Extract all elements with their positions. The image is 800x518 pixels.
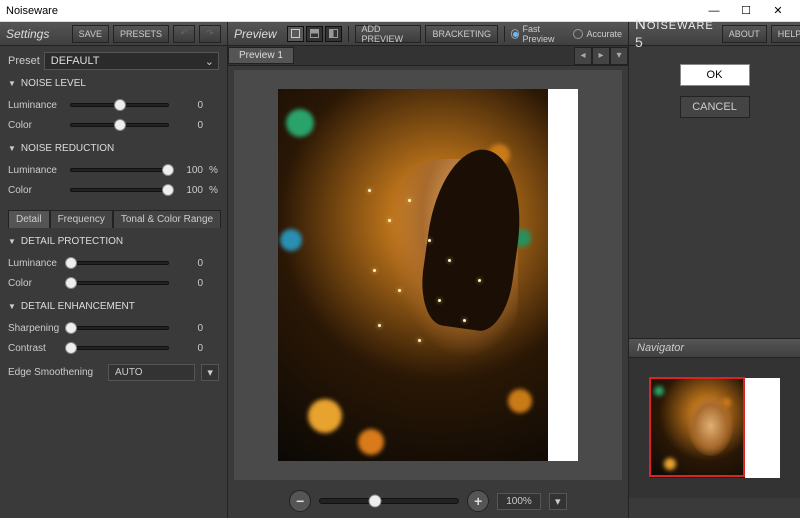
chevron-down-icon: ⌄ bbox=[205, 55, 214, 68]
zoom-dropdown-icon[interactable]: ▾ bbox=[549, 493, 567, 510]
zoom-out-button[interactable]: − bbox=[289, 490, 311, 512]
view-mode-group bbox=[287, 26, 342, 42]
redo-icon[interactable]: ↷ bbox=[199, 25, 221, 43]
nl-col-value: 0 bbox=[175, 120, 203, 131]
tab-tonal[interactable]: Tonal & Color Range bbox=[113, 210, 221, 228]
accurate-radio[interactable]: Accurate bbox=[573, 29, 622, 39]
bracketing-button[interactable]: BRACKETING bbox=[425, 25, 498, 43]
window-title: Noiseware bbox=[6, 5, 58, 17]
detail-protection-header[interactable]: ▼DETAIL PROTECTION bbox=[8, 236, 219, 247]
save-button[interactable]: SAVE bbox=[72, 25, 109, 43]
nr-col-unit: % bbox=[209, 185, 219, 196]
add-preview-button[interactable]: ADD PREVIEW bbox=[355, 25, 422, 43]
de-sharp-slider[interactable] bbox=[70, 326, 169, 330]
preview-image bbox=[278, 89, 578, 461]
nr-lum-slider[interactable] bbox=[70, 168, 169, 172]
nr-col-value: 100 bbox=[175, 185, 203, 196]
de-contrast-value: 0 bbox=[175, 343, 203, 354]
preview-canvas[interactable] bbox=[234, 70, 622, 480]
presets-button[interactable]: PRESETS bbox=[113, 25, 169, 43]
tab-detail[interactable]: Detail bbox=[8, 210, 50, 228]
zoom-value: 100% bbox=[497, 493, 541, 510]
fast-preview-radio[interactable]: Fast Preview bbox=[511, 24, 566, 44]
prev-preview-icon[interactable]: ◂ bbox=[574, 47, 592, 65]
edge-smooth-select[interactable]: AUTO bbox=[108, 364, 195, 381]
next-preview-icon[interactable]: ▸ bbox=[592, 47, 610, 65]
dp-col-value: 0 bbox=[175, 278, 203, 289]
navigator-title: Navigator bbox=[629, 338, 800, 358]
nl-col-slider[interactable] bbox=[70, 123, 169, 127]
nr-lum-unit: % bbox=[209, 165, 219, 176]
preset-select[interactable]: DEFAULT ⌄ bbox=[44, 52, 219, 70]
de-contrast-slider[interactable] bbox=[70, 346, 169, 350]
zoom-in-button[interactable]: + bbox=[467, 490, 489, 512]
dp-col-label: Color bbox=[8, 278, 64, 289]
de-sharp-label: Sharpening bbox=[8, 323, 64, 334]
navigator-thumb[interactable] bbox=[650, 378, 780, 478]
help-button[interactable]: HELP bbox=[771, 25, 800, 43]
preview-menu-icon[interactable]: ▾ bbox=[610, 47, 628, 65]
cancel-button[interactable]: CANCEL bbox=[680, 96, 750, 118]
dp-lum-value: 0 bbox=[175, 258, 203, 269]
dp-lum-slider[interactable] bbox=[70, 261, 169, 265]
undo-icon[interactable]: ↶ bbox=[173, 25, 195, 43]
nr-col-slider[interactable] bbox=[70, 188, 169, 192]
de-contrast-label: Contrast bbox=[8, 343, 64, 354]
nl-col-label: Color bbox=[8, 120, 64, 131]
zoom-slider[interactable] bbox=[319, 498, 459, 504]
preview-tab-1[interactable]: Preview 1 bbox=[228, 47, 294, 64]
dp-col-slider[interactable] bbox=[70, 281, 169, 285]
nr-lum-value: 100 bbox=[175, 165, 203, 176]
noise-level-header[interactable]: ▼NOISE LEVEL bbox=[8, 78, 219, 89]
nl-lum-value: 0 bbox=[175, 100, 203, 111]
view-split-h-icon[interactable] bbox=[306, 26, 323, 42]
edge-smooth-dropdown-icon[interactable]: ▾ bbox=[201, 364, 219, 381]
navigator-panel[interactable] bbox=[629, 358, 800, 498]
noise-reduction-header[interactable]: ▼NOISE REDUCTION bbox=[8, 143, 219, 154]
detail-enhancement-header[interactable]: ▼DETAIL ENHANCEMENT bbox=[8, 301, 219, 312]
settings-title: Settings bbox=[6, 27, 68, 41]
dp-lum-label: Luminance bbox=[8, 258, 64, 269]
preset-label: Preset bbox=[8, 55, 40, 67]
view-single-icon[interactable] bbox=[287, 26, 304, 42]
edge-smooth-label: Edge Smoothening bbox=[8, 367, 102, 378]
nr-lum-label: Luminance bbox=[8, 165, 64, 176]
nr-col-label: Color bbox=[8, 185, 64, 196]
preset-value: DEFAULT bbox=[51, 55, 100, 67]
de-sharp-value: 0 bbox=[175, 323, 203, 334]
close-button[interactable]: ✕ bbox=[762, 1, 794, 21]
about-button[interactable]: ABOUT bbox=[722, 25, 767, 43]
nl-lum-label: Luminance bbox=[8, 100, 64, 111]
preview-title: Preview bbox=[234, 27, 277, 41]
nl-lum-slider[interactable] bbox=[70, 103, 169, 107]
maximize-button[interactable]: ☐ bbox=[730, 1, 762, 21]
view-split-v-icon[interactable] bbox=[325, 26, 342, 42]
ok-button[interactable]: OK bbox=[680, 64, 750, 86]
tab-frequency[interactable]: Frequency bbox=[50, 210, 113, 228]
navigator-viewport-frame[interactable] bbox=[649, 377, 745, 477]
